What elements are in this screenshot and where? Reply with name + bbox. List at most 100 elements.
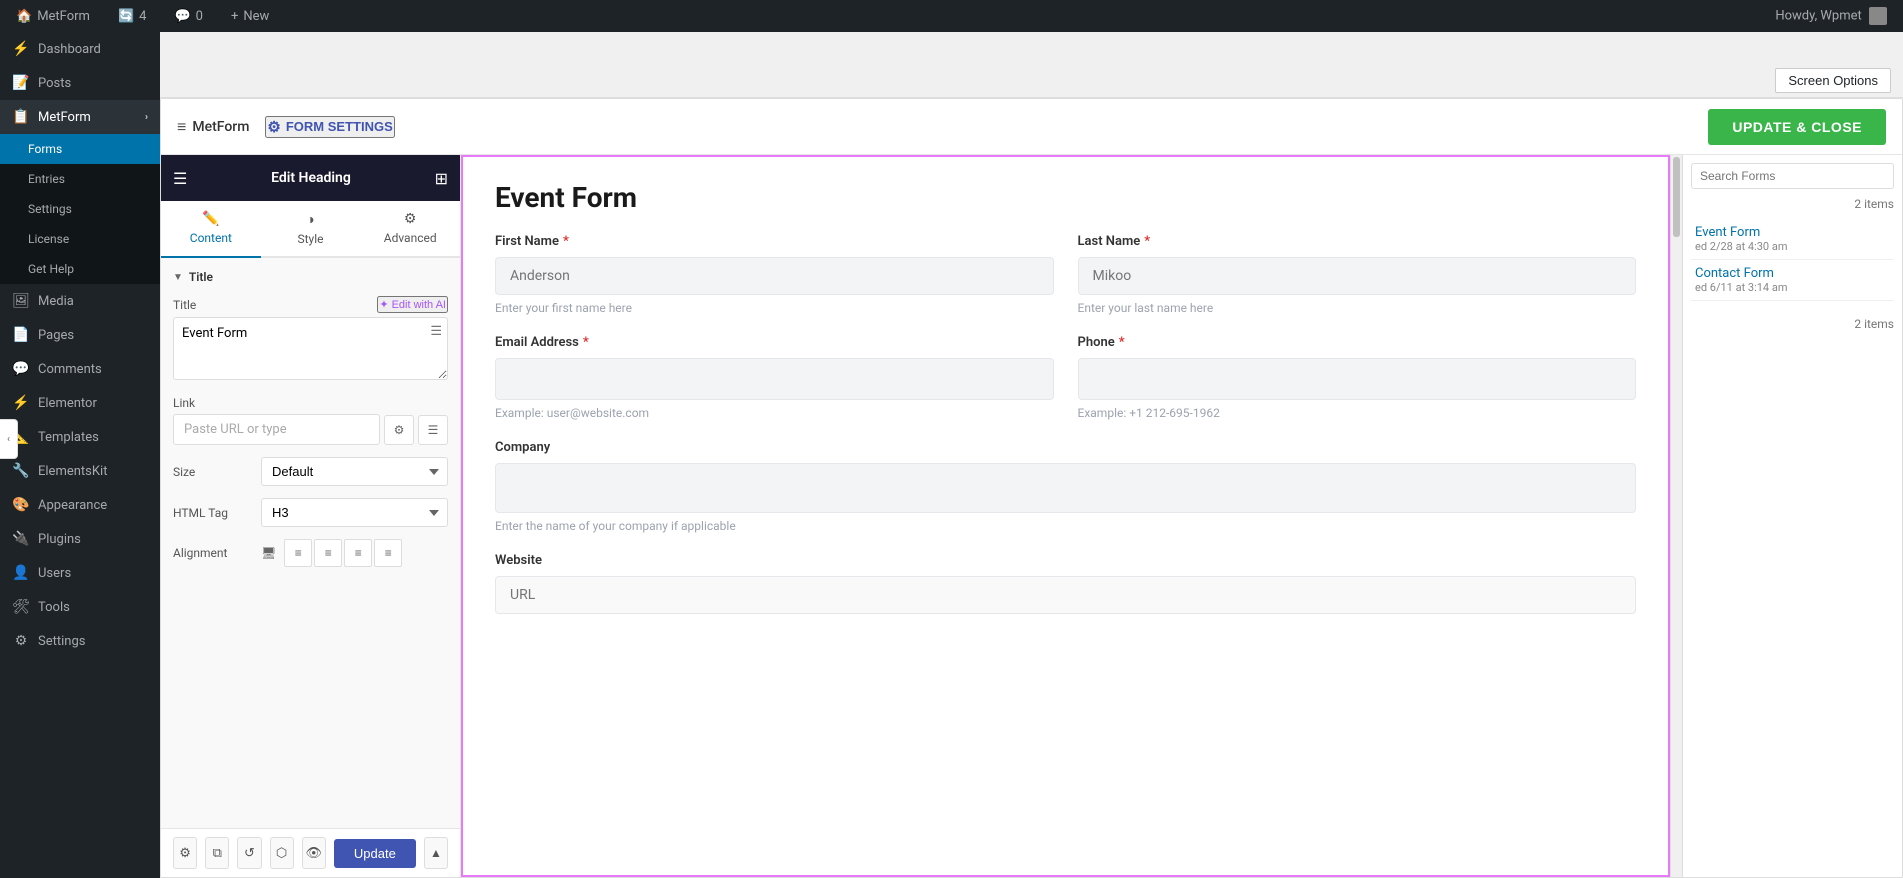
updates-icon: 🔄 bbox=[118, 9, 134, 24]
form-body: First Name * Enter your first name here … bbox=[463, 234, 1668, 666]
forms-search-input[interactable] bbox=[1691, 163, 1894, 189]
content-tab-icon: ✏️ bbox=[202, 211, 219, 227]
form-settings-button[interactable]: ⚙ FORM SETTINGS bbox=[265, 116, 394, 138]
sidebar-item-elementor[interactable]: ⚡ Elementor bbox=[0, 386, 160, 420]
canvas-area: Event Form First Name * bbox=[461, 155, 1682, 877]
content-tab-label: Content bbox=[190, 231, 232, 245]
sidebar-item-license[interactable]: License bbox=[0, 224, 160, 254]
form-field-firstname: First Name * Enter your first name here bbox=[495, 234, 1054, 315]
lastname-input[interactable] bbox=[1078, 257, 1637, 295]
size-select[interactable]: Default Small Medium Large XL XXL bbox=[261, 457, 448, 486]
tab-content[interactable]: ✏️ Content bbox=[161, 201, 261, 258]
sidebar-label-tools: Tools bbox=[38, 600, 70, 615]
title-textarea[interactable]: Event Form bbox=[173, 317, 448, 380]
sidebar-item-dashboard[interactable]: ⚡ Dashboard bbox=[0, 32, 160, 66]
wp-logo-icon: 🏠 bbox=[16, 9, 32, 24]
company-input[interactable] bbox=[495, 463, 1636, 513]
editor-header: ≡ MetForm ⚙ FORM SETTINGS UPDATE & CLOSE bbox=[161, 99, 1902, 155]
sidebar-item-pages[interactable]: 📄 Pages bbox=[0, 318, 160, 352]
title-field-label-row: Title ✦ Edit with AI bbox=[173, 296, 448, 313]
email-input[interactable] bbox=[495, 358, 1054, 400]
form-canvas: Event Form First Name * bbox=[461, 155, 1670, 877]
company-label: Company bbox=[495, 440, 1636, 455]
sidebar: ⚡ Dashboard 📝 Posts 📋 MetForm › Forms En… bbox=[0, 32, 160, 878]
update-button[interactable]: Update bbox=[334, 839, 416, 868]
footer-preview-btn[interactable]: 👁 bbox=[302, 837, 326, 869]
sidebar-item-entries[interactable]: Entries bbox=[0, 164, 160, 194]
lastname-label: Last Name * bbox=[1078, 234, 1637, 249]
email-required: * bbox=[583, 335, 589, 350]
form-field-company: Company Enter the name of your company i… bbox=[495, 440, 1636, 533]
html-tag-select[interactable]: H1 H2 H3 H4 H5 H6 div span p bbox=[261, 498, 448, 527]
title-section: ▼ Title Title ✦ Edit with AI bbox=[173, 270, 448, 567]
form-list-item-1-title[interactable]: Event Form bbox=[1695, 225, 1890, 240]
sidebar-label-settings2: Settings bbox=[38, 634, 85, 649]
link-settings-btn[interactable]: ⚙ bbox=[384, 415, 414, 445]
adminbar-site[interactable]: 🏠 MetForm bbox=[8, 0, 98, 32]
panel-grid-icon[interactable]: ⊞ bbox=[435, 169, 448, 188]
form-field-email: Email Address * Example: user@website.co… bbox=[495, 335, 1054, 420]
align-left-btn[interactable]: ≡ bbox=[284, 539, 312, 567]
form-list-item-2-title[interactable]: Contact Form bbox=[1695, 266, 1890, 281]
footer-responsive-btn[interactable]: ⬡ bbox=[270, 837, 294, 869]
ai-icon: ✦ bbox=[379, 298, 388, 311]
footer-history-btn[interactable]: ↺ bbox=[237, 837, 261, 869]
adminbar-new[interactable]: + New bbox=[223, 0, 277, 32]
sidebar-item-appearance[interactable]: 🎨 Appearance bbox=[0, 488, 160, 522]
tab-advanced[interactable]: ⚙ Advanced bbox=[360, 201, 460, 258]
collapse-button[interactable]: ▲ bbox=[424, 837, 448, 869]
adminbar-updates[interactable]: 🔄 4 bbox=[110, 0, 155, 32]
html-tag-select-row: HTML Tag H1 H2 H3 H4 H5 H6 div bbox=[173, 498, 448, 527]
firstname-hint: Enter your first name here bbox=[495, 301, 1054, 315]
sidebar-item-users[interactable]: 👤 Users bbox=[0, 556, 160, 590]
sidebar-item-templates[interactable]: 📐 Templates bbox=[0, 420, 160, 454]
sidebar-item-posts[interactable]: 📝 Posts bbox=[0, 66, 160, 100]
sidebar-item-plugins[interactable]: 🔌 Plugins bbox=[0, 522, 160, 556]
footer-layers-btn[interactable]: ⧉ bbox=[205, 837, 229, 869]
footer-settings-btn[interactable]: ⚙ bbox=[173, 837, 197, 869]
phone-input[interactable] bbox=[1078, 358, 1637, 400]
link-input[interactable] bbox=[173, 414, 380, 445]
sidebar-label-users: Users bbox=[38, 566, 71, 581]
phone-label: Phone * bbox=[1078, 335, 1637, 350]
align-center-btn[interactable]: ≡ bbox=[314, 539, 342, 567]
advanced-tab-icon: ⚙ bbox=[404, 211, 417, 227]
panel-title: Edit Heading bbox=[271, 170, 351, 186]
section-label-title: Title bbox=[189, 270, 213, 284]
align-justify-btn[interactable]: ≡ bbox=[374, 539, 402, 567]
sidebar-item-comments[interactable]: 💬 Comments bbox=[0, 352, 160, 386]
adminbar-comments[interactable]: 💬 0 bbox=[166, 0, 211, 32]
sidebar-item-forms[interactable]: Forms bbox=[0, 134, 160, 164]
sidebar-item-metform[interactable]: 📋 MetForm › bbox=[0, 100, 160, 134]
link-field-row: Link ⚙ ☰ bbox=[173, 396, 448, 445]
sidebar-label-elementor: Elementor bbox=[38, 396, 97, 411]
link-list-btn[interactable]: ☰ bbox=[418, 415, 448, 445]
elementskit-icon: 🔧 bbox=[12, 462, 30, 480]
sidebar-label-entries: Entries bbox=[28, 172, 65, 186]
panel-menu-icon[interactable]: ☰ bbox=[173, 169, 187, 188]
style-tab-icon: ◑ bbox=[306, 211, 314, 228]
sidebar-item-media[interactable]: 🖼 Media bbox=[0, 284, 160, 318]
users-icon: 👤 bbox=[12, 564, 30, 582]
panel-content: ▼ Title Title ✦ Edit with AI bbox=[161, 258, 460, 828]
screen-options-button[interactable]: Screen Options bbox=[1775, 68, 1891, 93]
form-row-3: Company Enter the name of your company i… bbox=[495, 440, 1636, 533]
update-close-button[interactable]: UPDATE & CLOSE bbox=[1708, 109, 1886, 145]
dashboard-icon: ⚡ bbox=[12, 40, 30, 58]
sidebar-item-settings2[interactable]: ⚙ Settings bbox=[0, 624, 160, 658]
sidebar-item-tools[interactable]: 🛠 Tools bbox=[0, 590, 160, 624]
sidebar-item-elementskit[interactable]: 🔧 ElementsKit bbox=[0, 454, 160, 488]
sidebar-item-settings[interactable]: Settings bbox=[0, 194, 160, 224]
edit-ai-button[interactable]: ✦ Edit with AI bbox=[377, 296, 448, 313]
section-header-title[interactable]: ▼ Title bbox=[173, 270, 448, 284]
alignment-row: Alignment 🖥 ≡ ≡ ≡ ≡ bbox=[173, 539, 448, 567]
tab-style[interactable]: ◑ Style bbox=[261, 201, 361, 258]
canvas-scrollbar[interactable] bbox=[1670, 155, 1682, 877]
firstname-input[interactable] bbox=[495, 257, 1054, 295]
align-right-btn[interactable]: ≡ bbox=[344, 539, 372, 567]
sidebar-item-gethelp[interactable]: Get Help bbox=[0, 254, 160, 284]
website-input[interactable] bbox=[495, 576, 1636, 614]
html-tag-label: HTML Tag bbox=[173, 506, 253, 520]
admin-bar: 🏠 MetForm 🔄 4 💬 0 + New Howdy, Wpmet bbox=[0, 0, 1903, 32]
textarea-icon-btn[interactable]: ☰ bbox=[430, 323, 442, 339]
